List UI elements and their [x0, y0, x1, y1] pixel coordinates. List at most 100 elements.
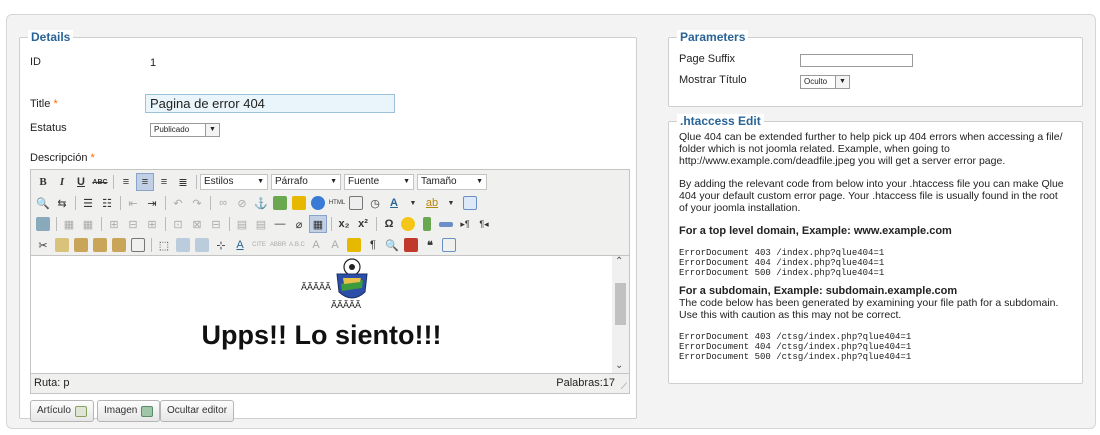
- garbled-text-2: ÃÃÃÃÃ: [331, 300, 362, 310]
- style-props-icon[interactable]: A: [231, 236, 249, 254]
- bullet-list-icon[interactable]: ☰: [79, 194, 97, 212]
- scrollbar-thumb[interactable]: [615, 283, 626, 325]
- help-icon[interactable]: [309, 194, 327, 212]
- replace-icon[interactable]: ⇆: [53, 194, 71, 212]
- edit-table-icon[interactable]: [34, 215, 52, 233]
- blockquote-button[interactable]: ❝: [421, 236, 439, 254]
- editor-scrollbar[interactable]: ⌃ ⌄: [612, 256, 629, 373]
- visual-aid-icon[interactable]: ▦: [309, 215, 327, 233]
- outdent-icon[interactable]: ⇤: [124, 194, 142, 212]
- merge-cell-icon[interactable]: ⊠: [188, 215, 206, 233]
- text-color-icon[interactable]: A: [385, 194, 403, 212]
- article-button[interactable]: Artículo: [30, 400, 94, 422]
- chevron-down-icon[interactable]: ▼: [404, 194, 422, 212]
- size-select[interactable]: Tamaño ▼: [417, 174, 487, 190]
- font-select[interactable]: Fuente ▼: [344, 174, 414, 190]
- show-title-select[interactable]: Oculto ▼: [800, 75, 850, 89]
- title-label: Title *: [30, 98, 58, 110]
- row-props-icon[interactable]: ▦: [60, 215, 78, 233]
- paste-word-icon[interactable]: [110, 236, 128, 254]
- align-left-icon[interactable]: ≡: [117, 173, 135, 191]
- table-icon[interactable]: ▤: [233, 215, 251, 233]
- highlight-color-icon[interactable]: ab: [423, 194, 441, 212]
- align-justify-icon[interactable]: ≣: [174, 173, 192, 191]
- paragraph-select[interactable]: Párrafo ▼: [271, 174, 341, 190]
- remove-format-icon[interactable]: ⌀: [290, 215, 308, 233]
- chevron-up-icon[interactable]: ⌃: [615, 256, 623, 267]
- pagebreak-icon[interactable]: [440, 236, 458, 254]
- toolbar-row-2: 🔍 ⇆ ☰ ☷ ⇤ ⇥ ↶ ↷ ∞ ⊘ ⚓ HTML ◷ A ▼ ab ▼: [34, 193, 480, 213]
- ins-icon[interactable]: A: [326, 236, 344, 254]
- chevron-down-icon[interactable]: ▼: [442, 194, 460, 212]
- word-count: Palabras:17: [556, 377, 615, 389]
- toggle-editor-button[interactable]: Ocultar editor: [160, 400, 235, 422]
- unlink-icon[interactable]: ⊘: [233, 194, 251, 212]
- absolute-icon[interactable]: ⊹: [212, 236, 230, 254]
- toolbar-row-3: ▦ ▦ ⊞ ⊟ ⊞ ⊡ ⊠ ⊟ ▤ ▤ — ⌀ ▦ x₂ x² Ω ▸¶ ¶◂: [34, 214, 494, 234]
- cell-props-icon[interactable]: ▦: [79, 215, 97, 233]
- image-button[interactable]: Imagen: [97, 400, 161, 422]
- italic-button[interactable]: I: [53, 173, 71, 191]
- anchor-icon[interactable]: ⚓: [252, 194, 270, 212]
- media-icon[interactable]: [418, 215, 436, 233]
- strikethrough-button[interactable]: ABC: [91, 173, 109, 191]
- page-suffix-input[interactable]: [800, 54, 913, 67]
- htaccess-para2: By adding the relevant code from below i…: [679, 178, 1064, 214]
- find-icon[interactable]: 🔍: [34, 194, 52, 212]
- error-heading: Upps!! Lo siento!!!: [201, 320, 442, 350]
- select-all-icon[interactable]: [129, 236, 147, 254]
- insert-col-icon[interactable]: ⊞: [143, 215, 161, 233]
- align-center-icon[interactable]: ≡: [136, 173, 154, 191]
- show-blocks-button[interactable]: ¶: [364, 236, 382, 254]
- undo-icon[interactable]: ↶: [169, 194, 187, 212]
- abbr-icon[interactable]: ABBR: [269, 236, 287, 254]
- cite-icon[interactable]: CITE: [250, 236, 268, 254]
- move-backward-icon[interactable]: [193, 236, 211, 254]
- insert-row-icon[interactable]: ⊞: [105, 215, 123, 233]
- editor-content[interactable]: ÃÃÃÃÃ ÃÃÃÃÃ Upps!! Lo siento!!! ⌃ ⌄: [31, 255, 629, 374]
- indent-icon[interactable]: ⇥: [143, 194, 161, 212]
- link-icon[interactable]: ∞: [214, 194, 232, 212]
- resize-handle-icon[interactable]: ⟋: [621, 381, 627, 392]
- superscript-button[interactable]: x²: [354, 215, 372, 233]
- image-icon[interactable]: [271, 194, 289, 212]
- ltr-icon[interactable]: ▸¶: [456, 215, 474, 233]
- title-input[interactable]: Pagina de error 404: [145, 94, 395, 113]
- nonbreaking-icon[interactable]: [437, 215, 455, 233]
- copy-icon[interactable]: [53, 236, 71, 254]
- attribs-icon[interactable]: [345, 236, 363, 254]
- chevron-down-icon: ▼: [835, 76, 849, 88]
- special-char-button[interactable]: Ω: [380, 215, 398, 233]
- table-props-icon[interactable]: ▤: [252, 215, 270, 233]
- time-icon[interactable]: ◷: [366, 194, 384, 212]
- subscript-button[interactable]: x₂: [335, 215, 353, 233]
- chevron-down-icon[interactable]: ⌄: [615, 360, 623, 371]
- emoticon-icon[interactable]: [399, 215, 417, 233]
- align-right-icon[interactable]: ≡: [155, 173, 173, 191]
- layer-icon[interactable]: ⬚: [155, 236, 173, 254]
- delete-col-icon[interactable]: ⊟: [207, 215, 225, 233]
- cleanup-icon[interactable]: [290, 194, 308, 212]
- cut-icon[interactable]: ✂: [34, 236, 52, 254]
- delete-row-icon[interactable]: ⊟: [124, 215, 142, 233]
- paste-icon[interactable]: [72, 236, 90, 254]
- styles-select[interactable]: Estilos ▼: [200, 174, 268, 190]
- preview-icon[interactable]: 🔍: [383, 236, 401, 254]
- date-icon[interactable]: [347, 194, 365, 212]
- numbered-list-icon[interactable]: ☷: [98, 194, 116, 212]
- bold-button[interactable]: B: [34, 173, 52, 191]
- horizontal-rule-icon[interactable]: —: [271, 215, 289, 233]
- acronym-icon[interactable]: A.B.C: [288, 236, 306, 254]
- rtl-icon[interactable]: ¶◂: [475, 215, 493, 233]
- split-cell-icon[interactable]: ⊡: [169, 215, 187, 233]
- underline-button[interactable]: U: [72, 173, 90, 191]
- move-forward-icon[interactable]: [174, 236, 192, 254]
- redo-icon[interactable]: ↷: [188, 194, 206, 212]
- del-icon[interactable]: A: [307, 236, 325, 254]
- status-select[interactable]: Publicado ▼: [150, 123, 220, 137]
- fullscreen-icon[interactable]: [461, 194, 479, 212]
- article-icon: [74, 405, 87, 417]
- html-icon[interactable]: HTML: [328, 194, 346, 212]
- paste-text-icon[interactable]: [91, 236, 109, 254]
- template-icon[interactable]: [402, 236, 420, 254]
